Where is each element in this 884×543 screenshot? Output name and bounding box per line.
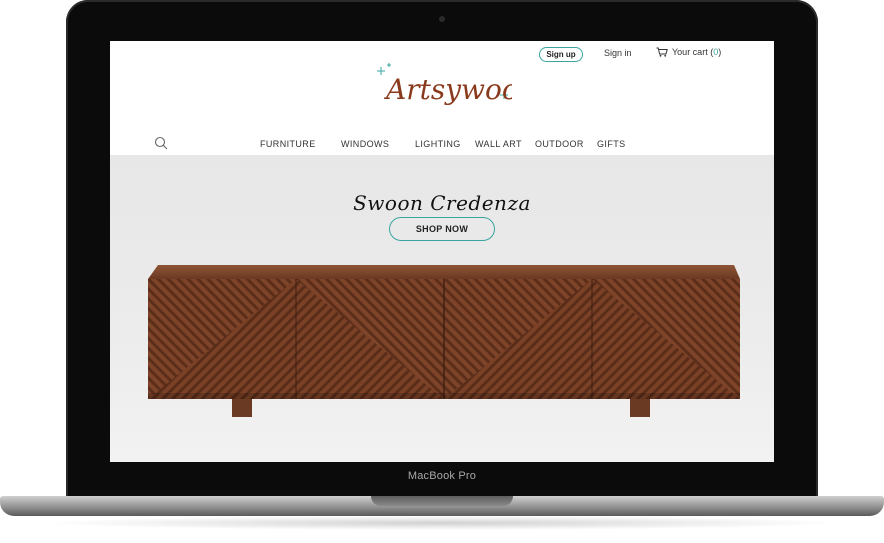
hero-title: Swoon Credenza <box>353 191 531 215</box>
shop-now-button[interactable]: SHOP NOW <box>389 217 495 241</box>
cart-link[interactable]: Your cart (0) <box>656 47 721 57</box>
nav-item-outdoor[interactable]: OUTDOOR <box>535 139 584 149</box>
signin-link[interactable]: Sign in <box>604 48 632 58</box>
website-screen: Sign up Sign in Your cart (0) Artsywood <box>110 41 774 462</box>
brand-logo[interactable]: Artsywood <box>372 61 537 117</box>
nav-item-wall-art[interactable]: WALL ART <box>475 139 522 149</box>
camera-icon <box>439 16 445 22</box>
logo-mark: Artsywood <box>377 63 537 106</box>
credenza-image[interactable] <box>144 257 740 435</box>
nav-item-furniture[interactable]: FURNITURE <box>260 139 316 149</box>
nav-item-gifts[interactable]: GIFTS <box>597 139 626 149</box>
hero-banner: Swoon Credenza SHOP NOW <box>110 155 774 462</box>
signup-button[interactable]: Sign up <box>539 47 583 62</box>
nav-item-windows[interactable]: WINDOWS <box>341 139 389 149</box>
site-header: Sign up Sign in Your cart (0) Artsywood <box>110 41 774 155</box>
logo-text: Artsywood <box>383 73 512 106</box>
cart-label: Your cart (0) <box>672 47 722 57</box>
laptop-notch <box>371 496 513 506</box>
cart-icon <box>656 47 668 57</box>
main-nav: FURNITURE WINDOWS LIGHTING WALL ART OUTD… <box>110 139 774 153</box>
device-label: MacBook Pro <box>407 470 477 482</box>
nav-item-lighting[interactable]: LIGHTING <box>415 139 461 149</box>
laptop-shadow <box>40 516 844 530</box>
